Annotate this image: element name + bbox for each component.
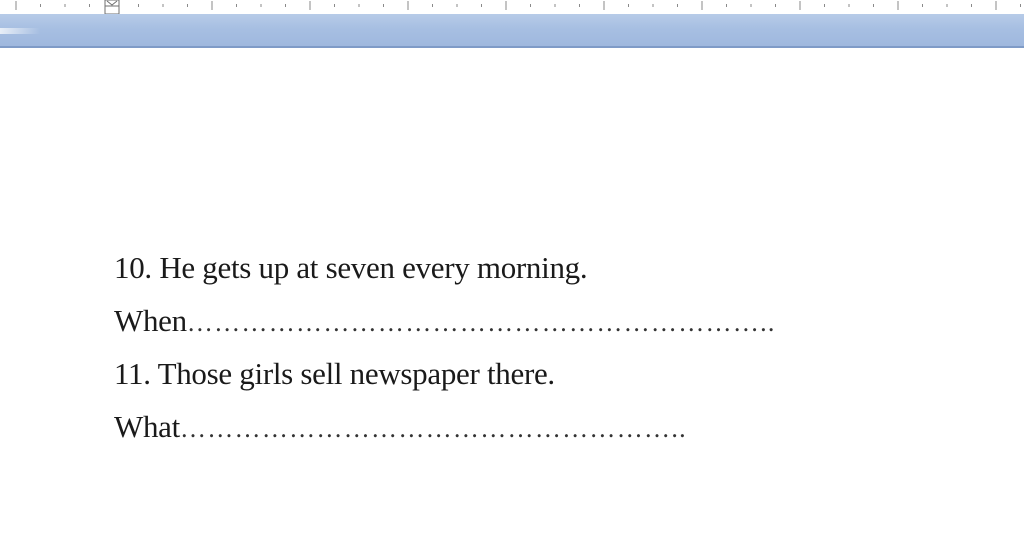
answer-dots: ……………………………………………………….. — [186, 308, 776, 337]
question-10: 10. He gets up at seven every morning. — [114, 250, 588, 286]
answer-dots: ……………………………………………….. — [179, 414, 687, 443]
horizontal-ruler[interactable] — [0, 0, 1024, 15]
ruler-ticks — [15, 0, 1021, 14]
ribbon-status-bar — [0, 14, 1024, 48]
question-number: 10. — [114, 250, 152, 285]
answer-prompt: When — [114, 303, 187, 338]
answer-line-10[interactable]: When……………………………………………………….. — [114, 303, 776, 339]
document-page[interactable]: 10. He gets up at seven every morning. W… — [0, 50, 1024, 555]
hourglass-indent-icon[interactable] — [104, 0, 120, 14]
answer-line-11[interactable]: What……………………………………………….. — [114, 409, 687, 445]
question-text: He gets up at seven every morning. — [159, 250, 588, 285]
answer-prompt: What — [114, 409, 180, 444]
question-11: 11. Those girls sell newspaper there. — [114, 356, 555, 392]
question-text: Those girls sell newspaper there. — [157, 356, 556, 391]
question-number: 11. — [114, 356, 151, 391]
